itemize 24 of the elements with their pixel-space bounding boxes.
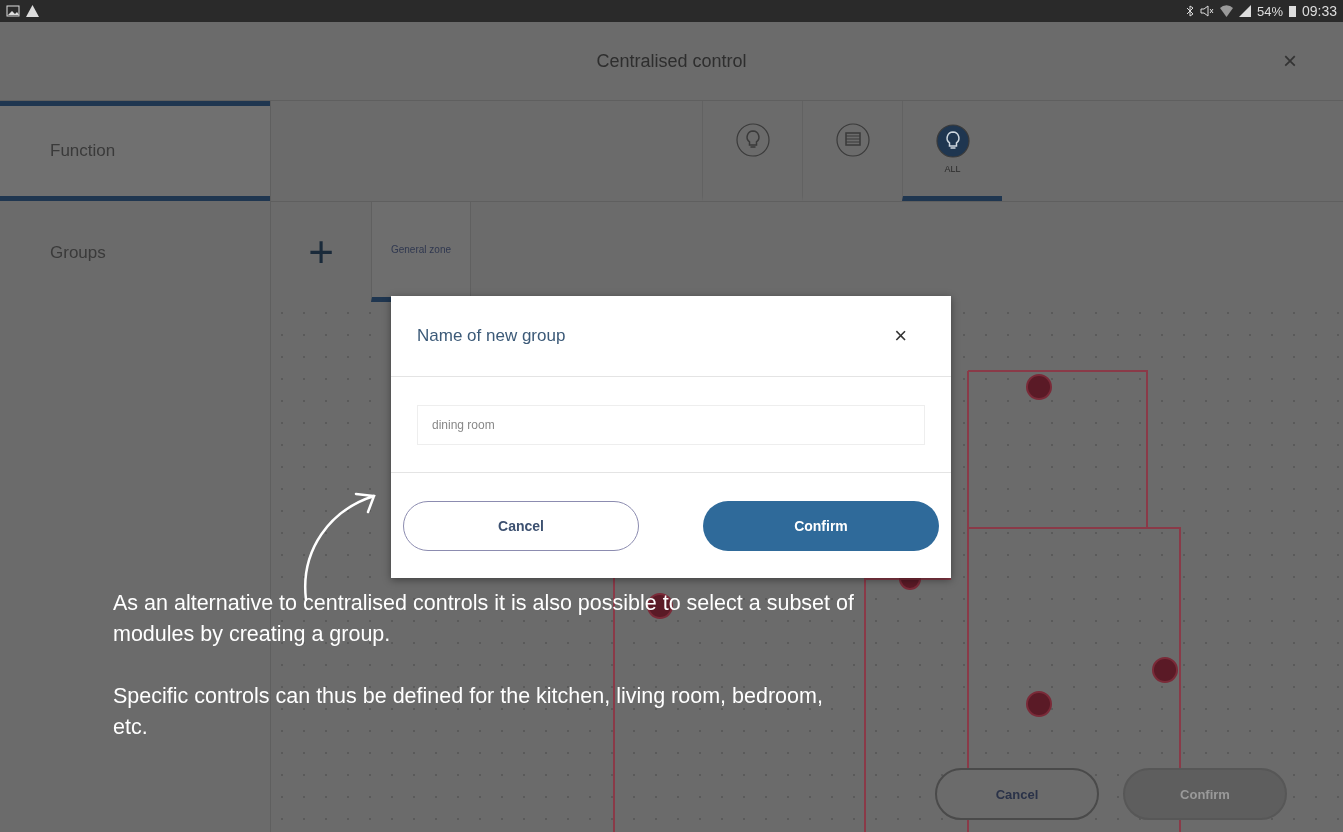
warning-icon xyxy=(26,5,39,17)
add-button[interactable]: + xyxy=(271,202,371,302)
clock-time: 09:33 xyxy=(1301,3,1337,19)
image-icon xyxy=(6,5,20,17)
mute-icon xyxy=(1199,5,1214,17)
light-bulb-icon xyxy=(735,123,770,157)
cancel-button[interactable]: Cancel xyxy=(935,768,1099,820)
annotation-text: As an alternative to centralised controls it is also possible to select a subset of modules by creating a group. xyxy=(113,590,855,648)
close-button[interactable]: × xyxy=(888,322,913,350)
wifi-icon xyxy=(1219,5,1233,17)
battery-icon xyxy=(1288,5,1296,17)
shutter-icon xyxy=(835,123,870,157)
signal-icon xyxy=(1238,5,1251,17)
light-bulb-icon xyxy=(935,123,970,158)
bluetooth-icon xyxy=(1185,5,1194,17)
confirm-button[interactable]: Confirm xyxy=(703,500,939,551)
cancel-button[interactable]: Cancel xyxy=(403,500,639,551)
battery-percent: 54% xyxy=(1256,3,1283,19)
annotation-text: Specific controls can thus be defined for the kitchen, living room, bedroom, etc. xyxy=(113,683,824,741)
group-name-field[interactable]: dining room xyxy=(417,404,925,445)
window-title: Centralised control xyxy=(596,50,747,72)
close-button[interactable]: × xyxy=(1277,46,1303,76)
group-tab[interactable]: General zone xyxy=(371,202,471,302)
dialog-title: Name of new group xyxy=(417,326,566,346)
